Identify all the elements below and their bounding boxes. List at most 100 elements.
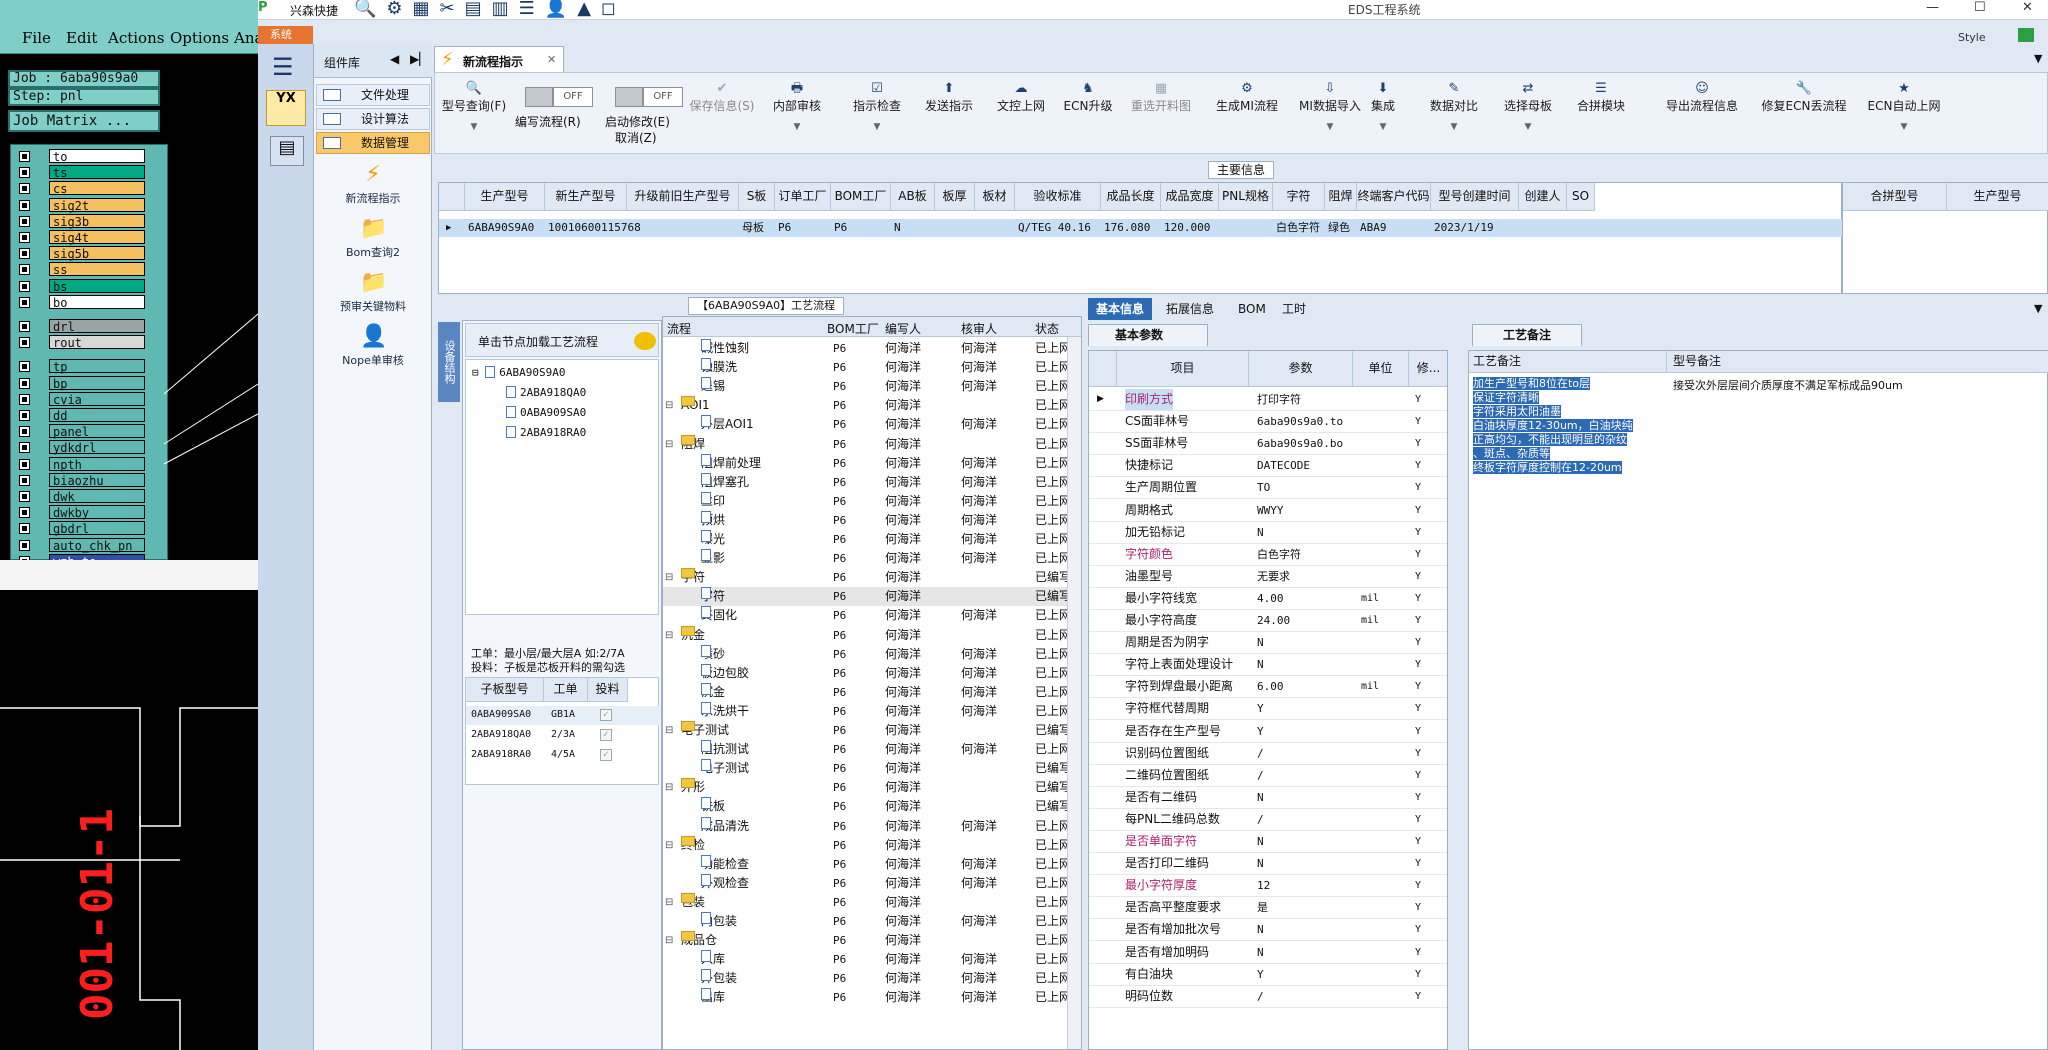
- process-row[interactable]: ⊟ 字符 P6 何海洋 已编写: [663, 568, 1081, 587]
- process-scrollbar[interactable]: [1067, 337, 1081, 1049]
- param-col-header[interactable]: 单位: [1353, 351, 1409, 387]
- theme-icon[interactable]: [2018, 28, 2034, 42]
- layer-checkbox[interactable]: [19, 393, 30, 405]
- process-col-header[interactable]: 流程: [667, 320, 691, 337]
- tab-work-hours[interactable]: 工时: [1274, 298, 1314, 320]
- menu-icon[interactable]: ☰: [272, 53, 294, 81]
- tree-collapse-icon[interactable]: ⊟: [665, 931, 673, 950]
- process-row[interactable]: 蚀膜洗 P6 何海洋 何海洋 已上网: [663, 358, 1081, 377]
- layer-checkbox[interactable]: [19, 474, 30, 486]
- main-col-header[interactable]: 型号创建时间: [1431, 183, 1519, 211]
- param-value[interactable]: 6aba90s9a0.bo: [1257, 433, 1343, 454]
- param-col-header[interactable]: 项目: [1117, 351, 1249, 387]
- param-row[interactable]: ▶ 印刷方式 打印字符 Y: [1089, 389, 1447, 411]
- toolbar-button[interactable]: ⇄ 选择母板 ▼: [1497, 81, 1559, 141]
- system-tab[interactable]: 系统: [258, 26, 313, 44]
- job-matrix-button[interactable]: Job Matrix ...: [8, 110, 160, 132]
- param-row[interactable]: 二维码位置图纸 / Y: [1089, 765, 1447, 787]
- layer-checkbox[interactable]: [19, 151, 30, 162]
- enable-edit-toggle[interactable]: OFF: [615, 87, 687, 107]
- sub-col-header[interactable]: 工单: [544, 678, 588, 702]
- tab-extended-info[interactable]: 拓展信息: [1158, 298, 1222, 320]
- param-col-header[interactable]: 参数: [1249, 351, 1353, 387]
- tree-node[interactable]: 0ABA909SA0: [506, 406, 586, 419]
- main-col-header[interactable]: 成品宽度: [1161, 183, 1219, 211]
- process-remark-text[interactable]: 加生产型号和8位在to层 保证字符清晰 字符采用太阳油墨 白油块厚度12-30um，白…: [1473, 377, 1663, 475]
- param-value[interactable]: Y: [1257, 964, 1264, 985]
- process-col-header[interactable]: 状态: [1035, 320, 1059, 337]
- main-col-header[interactable]: 升级前旧生产型号: [627, 183, 739, 211]
- main-cell[interactable]: ABA9: [1357, 219, 1387, 237]
- param-row[interactable]: 有白油块 Y Y: [1089, 964, 1447, 986]
- quick-access-icons[interactable]: 🔍⚙▦✂▤▥☰👤▲◻: [354, 0, 626, 19]
- layer-row[interactable]: panel: [15, 424, 145, 439]
- device-icon[interactable]: ▤: [270, 136, 304, 166]
- process-row[interactable]: ⊟ 终检 P6 何海洋 已上网: [663, 835, 1081, 855]
- param-value[interactable]: 12: [1257, 875, 1270, 896]
- main-cell[interactable]: 120.000: [1161, 219, 1210, 237]
- param-row[interactable]: 是否有增加明码 N Y: [1089, 942, 1447, 964]
- layer-row[interactable]: npth: [15, 456, 145, 472]
- sub-cell[interactable]: 2ABA918QA0: [468, 726, 531, 744]
- main-col-header[interactable]: 板厚: [935, 183, 975, 211]
- main-cell[interactable]: 6ABA90S9A0: [465, 219, 534, 237]
- param-row[interactable]: 明码位数 / Y: [1089, 986, 1447, 1008]
- layer-row[interactable]: bo: [15, 294, 145, 310]
- param-value[interactable]: 4.00: [1257, 588, 1284, 609]
- param-row[interactable]: 加无铅标记 N Y: [1089, 522, 1447, 544]
- process-row[interactable]: 阻抗测试 P6 何海洋 何海洋 已上网: [663, 740, 1081, 759]
- toolbar-button[interactable]: ☑ 指示检查 ▼: [847, 81, 907, 141]
- layer-row[interactable]: dwkby: [15, 505, 145, 520]
- style-menu[interactable]: Style: [1958, 31, 1986, 44]
- param-row[interactable]: 最小字符线宽 4.00 mil Y: [1089, 588, 1447, 610]
- param-value[interactable]: /: [1257, 809, 1264, 830]
- cam-menu-options[interactable]: Options: [170, 29, 229, 47]
- process-row[interactable]: 显影 P6 何海洋 何海洋 已上网: [663, 549, 1081, 568]
- process-row[interactable]: 退锡 P6 何海洋 何海洋 已上网: [663, 377, 1081, 396]
- layer-checkbox[interactable]: [19, 426, 30, 438]
- process-row[interactable]: 碱性蚀刻 P6 何海洋 何海洋 已上网: [663, 339, 1081, 358]
- param-value[interactable]: /: [1257, 743, 1264, 764]
- main-col-header[interactable]: 板材: [975, 183, 1015, 211]
- process-col-header[interactable]: 编写人: [885, 320, 921, 337]
- layer-checkbox[interactable]: [19, 361, 30, 373]
- toolbar-button[interactable]: ☰ 合拼模块: [1571, 81, 1631, 141]
- tree-collapse-icon[interactable]: ⊟: [665, 778, 673, 797]
- sub-cell[interactable]: GB1A: [548, 706, 575, 724]
- main-cell[interactable]: 2023/1/19: [1431, 219, 1494, 237]
- tab-basic-info[interactable]: 基本信息: [1088, 298, 1153, 320]
- main-cell[interactable]: P6: [831, 219, 847, 237]
- param-row[interactable]: 快捷标记 DATECODE Y: [1089, 455, 1447, 478]
- tree-collapse-icon[interactable]: ⊟: [665, 396, 673, 415]
- main-cell[interactable]: Q/TEG 40.16: [1015, 219, 1091, 237]
- param-value[interactable]: Y: [1257, 721, 1264, 742]
- layer-checkbox[interactable]: [19, 232, 30, 243]
- maximize-button[interactable]: ☐: [1974, 0, 1986, 15]
- layer-row[interactable]: ss: [15, 262, 145, 277]
- tree-collapse-icon[interactable]: ⊟: [665, 626, 673, 645]
- merge-header[interactable]: 合拼型号: [1843, 183, 1947, 211]
- layer-checkbox[interactable]: [19, 183, 30, 195]
- process-row[interactable]: ⊟ 阻焊 P6 何海洋 已上网: [663, 434, 1081, 454]
- merge-header[interactable]: 生产型号: [1947, 183, 2048, 211]
- layer-checkbox[interactable]: [19, 199, 30, 211]
- tab-bom[interactable]: BOM: [1230, 298, 1274, 320]
- param-col-header[interactable]: 修...: [1409, 351, 1447, 387]
- tree-collapse-icon[interactable]: ⊟: [665, 435, 673, 454]
- process-row[interactable]: 入库 P6 何海洋 何海洋 已上网: [663, 950, 1081, 969]
- main-cell[interactable]: 176.080: [1101, 219, 1150, 237]
- layer-checkbox[interactable]: [19, 296, 30, 308]
- layer-checkbox[interactable]: [19, 523, 30, 535]
- tree-collapse-icon[interactable]: ⊟: [665, 721, 673, 740]
- main-col-header[interactable]: SO: [1567, 183, 1595, 211]
- toolbar-button[interactable]: ★ ECN自动上网 ▼: [1859, 81, 1949, 141]
- param-value[interactable]: WWYY: [1257, 500, 1284, 521]
- main-col-header[interactable]: 生产型号: [465, 183, 545, 211]
- toolbar-button[interactable]: ✎ 数据对比 ▼: [1423, 81, 1485, 141]
- cam-menu-edit[interactable]: Edit: [66, 29, 97, 47]
- main-cell[interactable]: 母板: [739, 219, 764, 237]
- tree-collapse-icon[interactable]: ⊟: [665, 568, 673, 587]
- tree-collapse-icon[interactable]: ⊟: [665, 836, 673, 855]
- tree-root[interactable]: ⊟ 6ABA90S9A0: [472, 366, 565, 379]
- toolbar-button[interactable]: ☁ 文控上网: [991, 81, 1051, 141]
